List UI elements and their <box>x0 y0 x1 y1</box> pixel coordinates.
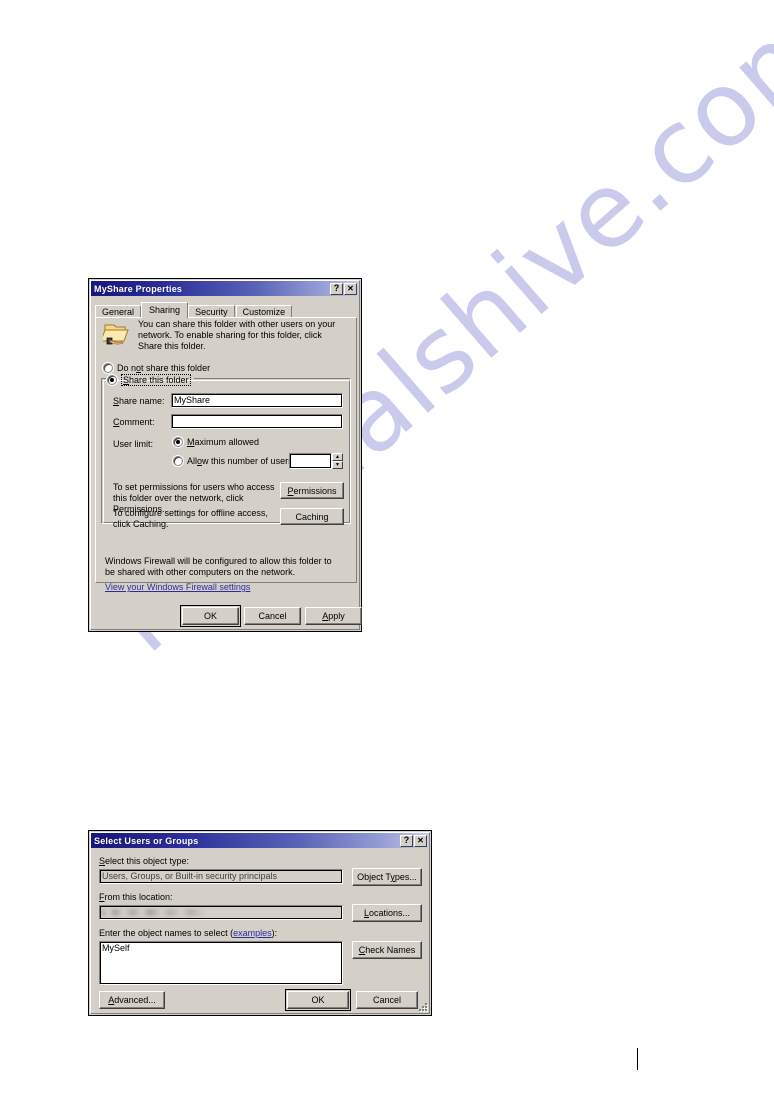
cancel-button[interactable]: Cancel <box>244 607 301 625</box>
radio-allow-number-of-users[interactable]: Allow this number of users: <box>173 456 295 466</box>
radio-maximum-allowed-label: Maximum allowed <box>187 437 260 447</box>
apply-button-label: Apply <box>322 611 345 621</box>
user-limit-label: User limit: <box>113 439 153 449</box>
firewall-notice: Windows Firewall will be configured to a… <box>105 556 332 577</box>
resize-grip[interactable] <box>417 1001 429 1013</box>
caching-button[interactable]: Caching <box>280 508 344 525</box>
permissions-button[interactable]: Permissions <box>280 482 344 499</box>
locations-button-label: Locations... <box>363 908 411 918</box>
share-name-label: Share name: <box>113 396 165 406</box>
object-names-label-start: Enter the object names to select ( <box>99 928 234 938</box>
object-names-input[interactable]: MySelf <box>99 941 343 985</box>
locations-button[interactable]: Locations... <box>352 904 422 922</box>
examples-link[interactable]: examples <box>233 928 272 938</box>
page-edge-mark <box>637 1048 638 1070</box>
select-users-or-groups-dialog[interactable]: Select Users or Groups ? ✕ Select this o… <box>88 830 432 1016</box>
ok-button-label: OK <box>311 995 325 1005</box>
myshare-properties-dialog[interactable]: MyShare Properties ? ✕ General Sharing S… <box>88 278 362 632</box>
stepper-up-icon[interactable]: ▲ <box>332 453 343 461</box>
close-icon[interactable]: ✕ <box>414 834 427 847</box>
object-type-value: Users, Groups, or Built-in security prin… <box>99 869 343 884</box>
user-count-stepper[interactable]: ▲ ▼ <box>289 453 343 469</box>
radio-share-this-folder[interactable]: Share this folder <box>107 374 191 386</box>
object-type-label: Select this object type: <box>99 856 190 866</box>
radio-maximum-allowed[interactable]: Maximum allowed <box>173 437 259 447</box>
close-icon[interactable]: ✕ <box>344 282 357 295</box>
tabstrip[interactable]: General Sharing Security Customize <box>95 302 293 319</box>
user-count-input[interactable] <box>289 453 332 469</box>
caching-description: To configure settings for offline access… <box>113 508 268 529</box>
radio-dot <box>173 437 183 447</box>
dialog-title: MyShare Properties <box>94 283 183 294</box>
titlebar[interactable]: MyShare Properties ? ✕ <box>91 281 359 296</box>
radio-dot <box>103 363 113 373</box>
help-icon[interactable]: ? <box>400 834 413 847</box>
firewall-settings-link[interactable]: View your Windows Firewall settings <box>105 582 250 592</box>
titlebar[interactable]: Select Users or Groups ? ✕ <box>91 833 429 848</box>
ok-button[interactable]: OK <box>180 605 241 627</box>
dialog-title: Select Users or Groups <box>94 835 199 846</box>
cancel-button-label: Cancel <box>258 611 287 621</box>
object-types-button-label: Object Types... <box>357 872 417 882</box>
radio-dot <box>107 375 117 385</box>
radio-share-this-folder-label: Share this folder <box>121 374 191 386</box>
comment-label: Comment: <box>113 417 155 427</box>
check-names-button-label: Check Names <box>358 945 416 955</box>
help-icon[interactable]: ? <box>330 282 343 295</box>
stepper-down-icon[interactable]: ▼ <box>332 461 343 469</box>
advanced-button-label: Advanced... <box>108 995 156 1005</box>
tab-sharing[interactable]: Sharing <box>141 302 189 318</box>
advanced-button[interactable]: Advanced... <box>99 991 165 1009</box>
share-name-input[interactable]: MyShare <box>171 393 343 408</box>
ok-button[interactable]: OK <box>285 989 351 1011</box>
location-label: From this location: <box>99 892 173 902</box>
stepper-buttons[interactable]: ▲ ▼ <box>332 453 343 469</box>
object-names-label-end: ): <box>271 928 278 938</box>
check-names-button[interactable]: Check Names <box>352 941 422 959</box>
location-redacted-overlay <box>102 909 212 916</box>
cancel-button[interactable]: Cancel <box>356 991 418 1009</box>
shared-folder-icon <box>100 319 133 351</box>
radio-allow-number-label: Allow this number of users: <box>187 456 296 466</box>
apply-button[interactable]: Apply <box>305 607 362 625</box>
radio-do-not-share[interactable]: Do not share this folder <box>103 363 210 373</box>
object-types-button[interactable]: Object Types... <box>352 868 422 886</box>
ok-button-label: OK <box>203 611 217 621</box>
object-names-label: Enter the object names to select (exampl… <box>99 928 277 939</box>
comment-input[interactable] <box>171 414 343 429</box>
radio-dot <box>173 456 183 466</box>
sharing-description: You can share this folder with other use… <box>138 319 336 351</box>
caching-button-label: Caching <box>295 511 329 522</box>
permissions-button-label: Permissions <box>287 485 337 496</box>
cancel-button-label: Cancel <box>372 995 401 1005</box>
radio-do-not-share-label: Do not share this folder <box>117 363 211 373</box>
